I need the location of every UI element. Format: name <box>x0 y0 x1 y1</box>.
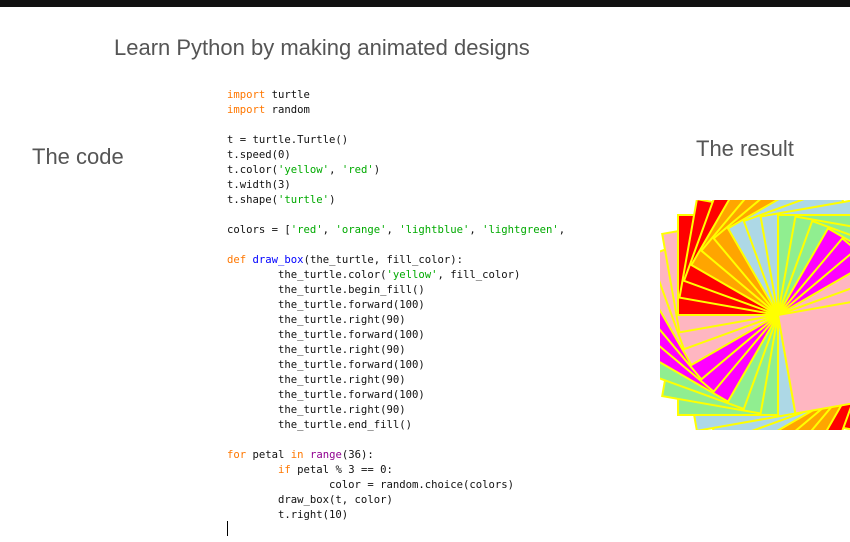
code-line: def draw_box(the_turtle, fill_color): <box>227 253 565 268</box>
code-token: the_turtle.forward(100) <box>227 329 425 341</box>
code-token: the_turtle.right(90) <box>227 314 406 326</box>
code-token: import <box>227 104 266 116</box>
code-token: 'lightblue' <box>399 224 470 236</box>
code-line: the_turtle.forward(100) <box>227 298 565 313</box>
code-line: the_turtle.forward(100) <box>227 358 565 373</box>
text-cursor <box>227 521 228 536</box>
code-token: 'orange' <box>335 224 387 236</box>
code-token: turtle <box>265 89 310 101</box>
code-token: , <box>329 164 342 176</box>
code-token: 'yellow' <box>278 164 330 176</box>
code-line: the_turtle.right(90) <box>227 313 565 328</box>
code-line: t.shape('turtle') <box>227 193 565 208</box>
code-token: the_turtle.forward(100) <box>227 299 425 311</box>
code-line: colors = ['red', 'orange', 'lightblue', … <box>227 223 565 238</box>
code-line: t.width(3) <box>227 178 565 193</box>
code-token: , <box>322 224 336 236</box>
code-token: t = turtle.Turtle() <box>227 134 349 146</box>
code-token: the_turtle.forward(100) <box>227 359 425 371</box>
code-line: the_turtle.right(90) <box>227 403 565 418</box>
code-token: in <box>290 449 304 461</box>
code-token: , <box>469 224 483 236</box>
code-token: t.shape( <box>227 194 279 206</box>
code-token: 'yellow' <box>386 269 438 281</box>
code-token: draw_box(t, color) <box>227 494 393 506</box>
code-token: t.speed(0) <box>227 149 291 161</box>
code-token: draw_box <box>252 254 304 266</box>
code-token: ) <box>373 164 381 176</box>
code-token: the_turtle.right(90) <box>227 374 406 386</box>
code-token: ) <box>329 194 336 206</box>
code-token: for <box>227 449 247 461</box>
code-token: the_turtle.right(90) <box>227 404 406 416</box>
code-line: t.color('yellow', 'red') <box>227 163 565 178</box>
code-line: if petal % 3 == 0: <box>227 463 565 478</box>
code-token: range <box>309 449 342 461</box>
code-token: the_turtle.begin_fill() <box>227 284 425 296</box>
code-label: The code <box>32 144 124 169</box>
code-token: t.color( <box>227 164 279 176</box>
code-line: the_turtle.right(90) <box>227 373 565 388</box>
code-line: the_turtle.color('yellow', fill_color) <box>227 268 565 283</box>
code-token: 'red' <box>290 224 323 236</box>
code-line: t.speed(0) <box>227 148 565 163</box>
code-line: the_turtle.forward(100) <box>227 388 565 403</box>
code-line: the_turtle.end_fill() <box>227 418 565 433</box>
code-token: import <box>227 89 266 101</box>
code-token: the_turtle.forward(100) <box>227 389 425 401</box>
code-line: t.right(10) <box>227 508 565 523</box>
top-bar <box>0 0 850 7</box>
code-line: import turtle <box>227 88 565 103</box>
slide-title: Learn Python by making animated designs <box>114 35 530 60</box>
code-line: for petal in range(36): <box>227 448 565 463</box>
result-label: The result <box>696 136 794 161</box>
code-block[interactable]: import turtle import random t = turtle.Tu… <box>227 88 565 523</box>
code-token: t.width(3) <box>227 179 291 191</box>
result-image <box>660 200 850 430</box>
code-token: t.right(10) <box>227 509 349 521</box>
code-token: , fill_color) <box>437 269 521 281</box>
turtle-flower-drawing <box>660 200 850 430</box>
code-token: the_turtle.right(90) <box>227 344 406 356</box>
code-line: the_turtle.begin_fill() <box>227 283 565 298</box>
code-token: , <box>558 224 566 236</box>
code-token: 'red' <box>341 164 374 176</box>
code-line: the_turtle.forward(100) <box>227 328 565 343</box>
code-token: color = random.choice(colors) <box>227 479 515 491</box>
code-token: (the_turtle, fill_color): <box>303 254 464 266</box>
code-token: petal % 3 == 0: <box>290 464 393 476</box>
code-token: random <box>265 104 310 116</box>
code-token: , <box>386 224 400 236</box>
code-token: 'lightgreen' <box>482 224 559 236</box>
code-token: colors = [ <box>227 224 291 236</box>
code-line: color = random.choice(colors) <box>227 478 565 493</box>
code-token: 'turtle' <box>278 194 330 206</box>
code-line: draw_box(t, color) <box>227 493 565 508</box>
code-line: import random <box>227 103 565 118</box>
code-token: the_turtle.end_fill() <box>227 419 412 431</box>
code-line: t = turtle.Turtle() <box>227 133 565 148</box>
code-token: petal <box>246 449 291 461</box>
code-token: def <box>227 254 247 266</box>
code-token: (36): <box>341 449 374 461</box>
code-line: the_turtle.right(90) <box>227 343 565 358</box>
code-token: the_turtle.color( <box>227 269 387 281</box>
code-token: if <box>278 464 291 476</box>
